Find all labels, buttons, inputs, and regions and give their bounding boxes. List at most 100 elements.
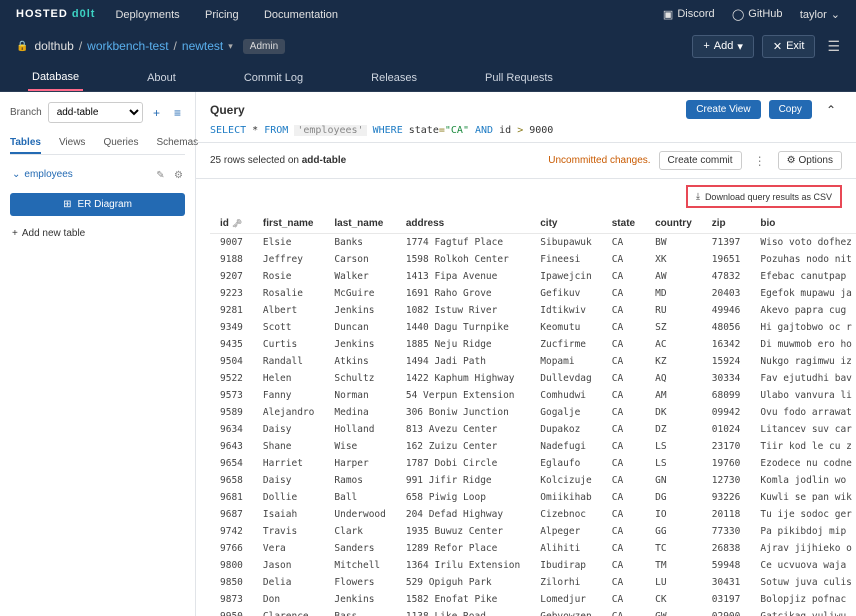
column-header-zip[interactable]: zip: [702, 214, 751, 234]
list-icon[interactable]: ≡: [170, 104, 185, 122]
collapse-icon[interactable]: ⌃: [820, 101, 842, 119]
breadcrumb-owner[interactable]: dolthub: [34, 39, 73, 53]
chevron-down-icon[interactable]: ▾: [228, 41, 233, 52]
column-header-city[interactable]: city: [530, 214, 601, 234]
uncommitted-changes[interactable]: Uncommitted changes.: [548, 155, 650, 166]
gear-icon[interactable]: ⚙: [174, 170, 183, 181]
tab-pull-requests[interactable]: Pull Requests: [481, 66, 557, 90]
table-row[interactable]: 9634DaisyHolland813 Avezu CenterDupakozC…: [210, 421, 856, 438]
table-row[interactable]: 9188JeffreyCarson1598 Rolkoh CenterFinee…: [210, 251, 856, 268]
table-row[interactable]: 9504RandallAtkins1494 Jadi PathMopamiCAK…: [210, 353, 856, 370]
cell-first_name: Delia: [253, 574, 324, 591]
top-nav: Deployments Pricing Documentation: [115, 7, 360, 21]
subtab-queries[interactable]: Queries: [103, 133, 138, 154]
breadcrumb-branch[interactable]: newtest: [182, 39, 223, 53]
subtab-tables[interactable]: Tables: [10, 133, 41, 154]
query-title: Query: [210, 103, 245, 117]
tab-database[interactable]: Database: [28, 65, 83, 91]
add-branch-icon[interactable]: +: [149, 104, 164, 122]
add-new-table[interactable]: + Add new table: [10, 224, 185, 243]
table-row[interactable]: 9349ScottDuncan1440 Dagu TurnpikeKeomutu…: [210, 319, 856, 336]
tab-about[interactable]: About: [143, 66, 180, 90]
create-commit-button[interactable]: Create commit: [659, 151, 742, 170]
sidebar-subtabs: Tables Views Queries Schemas: [10, 133, 185, 155]
table-row[interactable]: 9522HelenSchultz1422 Kaphum HighwayDulle…: [210, 370, 856, 387]
table-row[interactable]: 9654HarrietHarper1787 Dobi CircleEglaufo…: [210, 455, 856, 472]
column-header-address[interactable]: address: [396, 214, 530, 234]
sql-text[interactable]: SELECT * FROM 'employees' WHERE state="C…: [210, 125, 842, 136]
table-row[interactable]: 9800JasonMitchell1364 Irilu ExtensionIbu…: [210, 557, 856, 574]
cell-zip: 30431: [702, 574, 751, 591]
column-header-bio[interactable]: bio: [750, 214, 856, 234]
tab-releases[interactable]: Releases: [367, 66, 421, 90]
create-view-button[interactable]: Create View: [686, 100, 760, 119]
subtab-schemas[interactable]: Schemas: [156, 133, 198, 154]
table-tree-item[interactable]: ⌄employees ✎ ⚙: [10, 163, 185, 185]
table-row[interactable]: 9950ClarenceBass1138 Like RoadGebvowzenC…: [210, 608, 856, 616]
cell-bio: Gatcikag vuliwu: [750, 608, 856, 616]
table-row[interactable]: 9742TravisClark1935 Buwuz CenterAlpegerC…: [210, 523, 856, 540]
cell-state: CA: [602, 574, 645, 591]
er-diagram-button[interactable]: ⊞ ER Diagram: [10, 193, 185, 216]
exit-button[interactable]: ✕ Exit: [762, 35, 816, 58]
cell-state: CA: [602, 540, 645, 557]
table-row[interactable]: 9223RosalieMcGuire1691 Raho GroveGefikuv…: [210, 285, 856, 302]
result-header: 25 rows selected on add-table Uncommitte…: [196, 143, 856, 179]
cell-id: 9281: [210, 302, 253, 319]
cell-last_name: Jenkins: [324, 591, 395, 608]
cell-address: 1413 Fipa Avenue: [396, 268, 530, 285]
branch-select[interactable]: add-table: [48, 102, 143, 123]
table-row[interactable]: 9643ShaneWise162 Zuizu CenterNadefugiCAL…: [210, 438, 856, 455]
cell-state: CA: [602, 387, 645, 404]
discord-link[interactable]: ▣Discord: [663, 8, 715, 21]
results-table-wrap[interactable]: id🗝first_namelast_nameaddresscitystateco…: [196, 214, 856, 616]
table-row[interactable]: 9681DollieBall658 Piwig LoopOmiikihabCAD…: [210, 489, 856, 506]
breadcrumb-repo[interactable]: workbench-test: [87, 39, 168, 53]
nav-pricing[interactable]: Pricing: [205, 9, 239, 21]
github-link[interactable]: ◯GitHub: [732, 8, 783, 21]
cell-country: AC: [645, 336, 702, 353]
cell-id: 9950: [210, 608, 253, 616]
nav-documentation[interactable]: Documentation: [264, 9, 338, 21]
cell-city: Ipawejcin: [530, 268, 601, 285]
copy-button[interactable]: Copy: [769, 100, 812, 119]
cell-zip: 59948: [702, 557, 751, 574]
cell-country: AQ: [645, 370, 702, 387]
more-menu-icon[interactable]: ⋮: [750, 154, 770, 168]
column-header-state[interactable]: state: [602, 214, 645, 234]
pencil-icon[interactable]: ✎: [156, 170, 164, 181]
hamburger-icon[interactable]: ☰: [827, 38, 840, 55]
cell-last_name: Sanders: [324, 540, 395, 557]
tab-commit-log[interactable]: Commit Log: [240, 66, 307, 90]
cell-address: 1494 Jadi Path: [396, 353, 530, 370]
table-row[interactable]: 9207RosieWalker1413 Fipa AvenueIpawejcin…: [210, 268, 856, 285]
breadcrumb: 🔒 dolthub / workbench-test / newtest ▾ A…: [16, 39, 285, 54]
cell-bio: Di muwmob ero ho: [750, 336, 856, 353]
cell-state: CA: [602, 353, 645, 370]
table-row[interactable]: 9589AlejandroMedina306 Boniw JunctionGog…: [210, 404, 856, 421]
logo[interactable]: HOSTED d0lt: [16, 8, 95, 20]
subtab-views[interactable]: Views: [59, 133, 86, 154]
table-row[interactable]: 9658DaisyRamos991 Jifir RidgeKolcizujeCA…: [210, 472, 856, 489]
table-row[interactable]: 9850DeliaFlowers529 Opiguh ParkZilorhiCA…: [210, 574, 856, 591]
column-header-country[interactable]: country: [645, 214, 702, 234]
cell-id: 9681: [210, 489, 253, 506]
cell-first_name: Fanny: [253, 387, 324, 404]
table-row[interactable]: 9687IsaiahUnderwood204 Defad HighwayCize…: [210, 506, 856, 523]
table-row[interactable]: 9281AlbertJenkins1082 Istuw RiverIdtikwi…: [210, 302, 856, 319]
table-row[interactable]: 9435CurtisJenkins1885 Neju RidgeZucfirme…: [210, 336, 856, 353]
download-csv-link[interactable]: ⤓ Download query results as CSV: [686, 185, 842, 208]
cell-city: Gefikuv: [530, 285, 601, 302]
column-header-first_name[interactable]: first_name: [253, 214, 324, 234]
table-row[interactable]: 9873DonJenkins1582 Enofat PikeLomedjurCA…: [210, 591, 856, 608]
options-button[interactable]: ⚙ Options: [778, 151, 842, 170]
add-button[interactable]: + Add ▾: [692, 35, 754, 58]
nav-deployments[interactable]: Deployments: [115, 9, 179, 21]
table-row[interactable]: 9007ElsieBanks1774 Fagtuf PlaceSibupawuk…: [210, 234, 856, 252]
table-row[interactable]: 9573FannyNorman54 Verpun ExtensionComhud…: [210, 387, 856, 404]
table-row[interactable]: 9766VeraSanders1289 Refor PlaceAlihitiCA…: [210, 540, 856, 557]
cell-state: CA: [602, 557, 645, 574]
column-header-id[interactable]: id🗝: [210, 214, 253, 234]
user-menu[interactable]: taylor ⌄: [800, 8, 840, 21]
column-header-last_name[interactable]: last_name: [324, 214, 395, 234]
